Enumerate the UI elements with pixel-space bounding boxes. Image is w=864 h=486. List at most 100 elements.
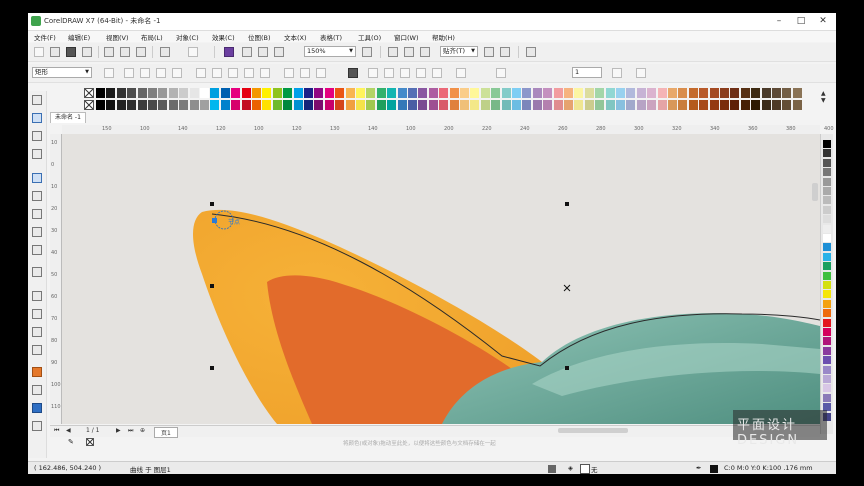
drop-shadow-tool-icon[interactable]	[32, 327, 42, 337]
color-swatch[interactable]	[626, 88, 636, 98]
color-swatch[interactable]	[616, 88, 625, 98]
crop-tool-icon[interactable]	[32, 131, 42, 141]
color-swatch[interactable]	[657, 100, 667, 110]
color-swatch[interactable]	[564, 100, 573, 110]
menu-text[interactable]: 文本(X)	[284, 32, 307, 42]
color-swatch[interactable]	[772, 88, 781, 98]
vertical-ruler[interactable]: 10 0 10 20 30 40 50 60 70 80 90 100 110	[50, 134, 62, 424]
menu-help[interactable]: 帮助(H)	[432, 32, 455, 42]
color-swatch[interactable]	[657, 88, 667, 98]
document-tab[interactable]: 未命名 -1	[50, 112, 86, 123]
color-swatch[interactable]	[823, 252, 831, 261]
color-swatch[interactable]	[491, 88, 501, 98]
document-palette-no-color[interactable]	[86, 438, 94, 446]
color-swatch[interactable]	[137, 88, 147, 98]
convert-to-curve-icon[interactable]	[212, 68, 222, 78]
color-swatch[interactable]	[376, 100, 386, 110]
new-document-icon[interactable]	[34, 47, 44, 57]
polygon-tool-icon[interactable]	[32, 245, 42, 255]
color-swatch[interactable]	[168, 88, 178, 98]
outline-pen-tool-icon[interactable]	[32, 421, 42, 431]
next-page-button[interactable]: ▶	[116, 427, 121, 434]
color-swatch[interactable]	[304, 100, 313, 110]
first-page-button[interactable]: ⏮	[54, 427, 59, 435]
color-swatch[interactable]	[324, 88, 334, 98]
color-swatch[interactable]	[751, 88, 761, 98]
color-swatch[interactable]	[356, 100, 365, 110]
color-swatch[interactable]	[678, 88, 688, 98]
open-icon[interactable]	[50, 47, 60, 57]
color-swatch[interactable]	[168, 100, 178, 110]
color-swatch[interactable]	[605, 88, 615, 98]
color-swatch[interactable]	[127, 100, 137, 110]
color-swatch[interactable]	[574, 100, 584, 110]
color-swatch[interactable]	[200, 88, 209, 98]
delete-node-icon[interactable]	[140, 68, 150, 78]
color-swatch[interactable]	[345, 100, 355, 110]
color-swatch[interactable]	[595, 100, 605, 110]
color-swatch[interactable]	[501, 100, 511, 110]
color-swatch[interactable]	[668, 100, 677, 110]
mirror-horizontal-icon[interactable]	[416, 68, 426, 78]
no-fill-swatch-2[interactable]	[84, 100, 94, 110]
color-swatch[interactable]	[200, 100, 209, 110]
copy-icon[interactable]	[120, 47, 130, 57]
color-swatch[interactable]	[501, 88, 511, 98]
color-swatch[interactable]	[397, 100, 407, 110]
color-swatch[interactable]	[231, 100, 241, 110]
add-page-button[interactable]: ⊕	[140, 427, 145, 434]
parallel-dimension-tool-icon[interactable]	[32, 291, 42, 301]
color-swatch[interactable]	[823, 262, 831, 271]
color-swatch[interactable]	[823, 243, 831, 252]
publish-pdf-icon[interactable]	[274, 47, 284, 57]
color-swatch[interactable]	[626, 100, 636, 110]
color-swatch[interactable]	[96, 100, 105, 110]
color-swatch[interactable]	[605, 100, 615, 110]
color-swatch[interactable]	[823, 271, 831, 280]
color-swatch[interactable]	[366, 100, 376, 110]
color-swatch[interactable]	[470, 88, 480, 98]
color-swatch[interactable]	[688, 88, 698, 98]
color-swatch[interactable]	[283, 88, 293, 98]
color-swatch[interactable]	[428, 100, 438, 110]
color-swatch[interactable]	[792, 88, 802, 98]
color-swatch[interactable]	[709, 88, 719, 98]
color-swatch[interactable]	[408, 88, 417, 98]
color-swatch[interactable]	[158, 100, 168, 110]
color-swatch[interactable]	[720, 88, 729, 98]
color-eyedropper-tool-icon[interactable]	[32, 367, 42, 377]
color-swatch[interactable]	[96, 88, 105, 98]
color-swatch[interactable]	[730, 88, 740, 98]
color-swatch[interactable]	[636, 100, 646, 110]
curve-smoothness-combo[interactable]: 1	[572, 67, 602, 78]
smooth-node-icon[interactable]	[244, 68, 254, 78]
import-icon[interactable]	[242, 47, 252, 57]
color-swatch[interactable]	[439, 88, 449, 98]
last-page-button[interactable]: ⏭	[128, 427, 133, 435]
color-swatch[interactable]	[823, 328, 831, 336]
color-swatch[interactable]	[823, 309, 831, 318]
close-button[interactable]: ✕	[816, 15, 830, 27]
color-swatch[interactable]	[823, 215, 831, 224]
color-swatch[interactable]	[616, 100, 625, 110]
rotate-nodes-icon[interactable]	[384, 68, 394, 78]
color-swatch[interactable]	[823, 281, 831, 289]
color-swatch[interactable]	[460, 100, 469, 110]
show-grid-icon[interactable]	[404, 47, 414, 57]
color-swatch[interactable]	[262, 88, 272, 98]
show-rulers-icon[interactable]	[388, 47, 398, 57]
color-swatch[interactable]	[376, 88, 386, 98]
color-swatch[interactable]	[823, 384, 831, 393]
break-curve-icon[interactable]	[172, 68, 182, 78]
color-swatch[interactable]	[823, 356, 831, 365]
color-swatch[interactable]	[740, 100, 750, 110]
color-swatch[interactable]	[543, 88, 553, 98]
color-swatch[interactable]	[179, 88, 189, 98]
color-swatch[interactable]	[324, 100, 334, 110]
color-swatch[interactable]	[688, 100, 698, 110]
eyedropper-icon[interactable]: ✎	[68, 438, 76, 446]
color-swatch[interactable]	[449, 100, 459, 110]
search-content-icon[interactable]	[224, 47, 234, 57]
color-swatch[interactable]	[366, 88, 376, 98]
color-swatch[interactable]	[293, 88, 303, 98]
